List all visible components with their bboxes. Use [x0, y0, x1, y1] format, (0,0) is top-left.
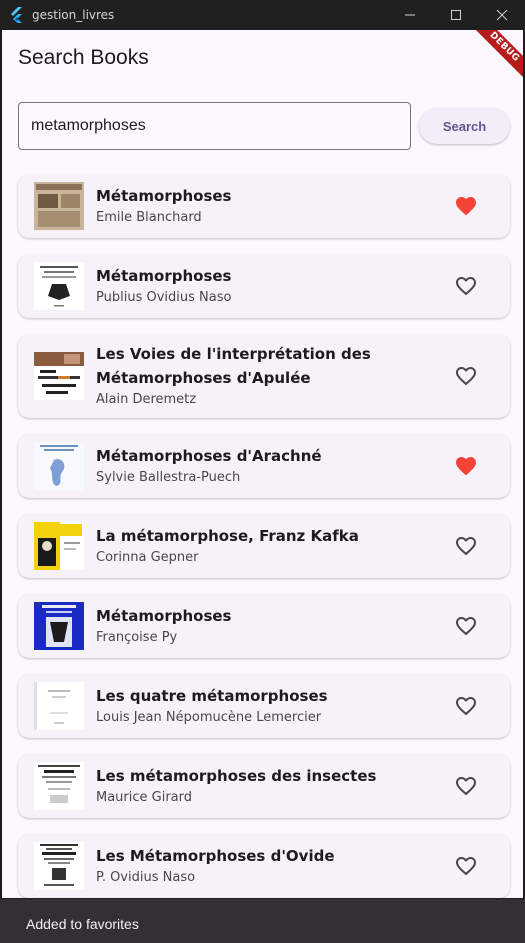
book-cover-thumbnail — [34, 762, 84, 810]
book-text: Métamorphoses Françoise Py — [96, 604, 450, 648]
heart-filled-icon — [456, 457, 476, 476]
book-author: Emile Blanchard — [96, 210, 202, 225]
book-list: Métamorphoses Emile Blanchard Métamorphose… — [18, 174, 510, 898]
book-title: Les métamorphoses des insectes — [96, 767, 377, 785]
book-card[interactable]: Métamorphoses Françoise Py — [18, 594, 510, 658]
close-icon — [496, 9, 508, 21]
maximize-button[interactable] — [433, 0, 479, 30]
book-text: Métamorphoses Emile Blanchard — [96, 184, 450, 228]
favorite-button[interactable] — [454, 694, 478, 718]
book-title: Les Voies de l'interprétation des Métamo… — [96, 345, 371, 387]
book-title: La métamorphose, Franz Kafka — [96, 527, 359, 545]
heart-outline-icon — [456, 777, 476, 796]
book-author: Corinna Gepner — [96, 550, 199, 565]
heart-outline-icon — [456, 857, 476, 876]
search-input[interactable] — [18, 102, 411, 150]
minimize-icon — [405, 14, 415, 16]
book-cover-thumbnail — [34, 262, 84, 310]
book-cover-thumbnail — [34, 522, 84, 570]
book-cover-thumbnail — [34, 442, 84, 490]
book-cover-thumbnail — [34, 182, 84, 230]
search-row: Search — [18, 102, 510, 150]
page-title: Search Books — [18, 46, 149, 69]
book-cover-thumbnail — [34, 682, 84, 730]
book-title: Métamorphoses — [96, 267, 232, 285]
book-title: Les Métamorphoses d'Ovide — [96, 847, 335, 865]
window-title: gestion_livres — [32, 8, 115, 22]
book-card[interactable]: Les Métamorphoses d'Ovide P. Ovidius Naso — [18, 834, 510, 898]
close-button[interactable] — [479, 0, 525, 30]
book-text: Métamorphoses Publius Ovidius Naso — [96, 264, 450, 308]
book-author: Louis Jean Népomucène Lemercier — [96, 710, 322, 725]
book-cover-thumbnail — [34, 602, 84, 650]
app-surface: Search Books DEBUG Search Métamorphoses E… — [2, 30, 523, 898]
heart-outline-icon — [456, 367, 476, 386]
heart-outline-icon — [456, 537, 476, 556]
book-author: Alain Deremetz — [96, 392, 197, 407]
book-title: Les quatre métamorphoses — [96, 687, 328, 705]
book-card[interactable]: La métamorphose, Franz Kafka Corinna Gepn… — [18, 514, 510, 578]
favorite-button[interactable] — [454, 854, 478, 878]
heart-outline-icon — [456, 277, 476, 296]
book-card[interactable]: Métamorphoses d'Arachné Sylvie Ballestra-… — [18, 434, 510, 498]
book-text: Les Voies de l'interprétation des Métamo… — [96, 342, 450, 410]
book-title: Métamorphoses — [96, 607, 232, 625]
book-card[interactable]: Métamorphoses Publius Ovidius Naso — [18, 254, 510, 318]
book-cover-thumbnail — [34, 842, 84, 890]
favorite-button[interactable] — [454, 614, 478, 638]
book-text: Métamorphoses d'Arachné Sylvie Ballestra-… — [96, 444, 450, 488]
favorite-button[interactable] — [454, 274, 478, 298]
book-author: Publius Ovidius Naso — [96, 290, 232, 305]
book-card[interactable]: Métamorphoses Emile Blanchard — [18, 174, 510, 238]
book-title: Métamorphoses — [96, 187, 232, 205]
favorite-button[interactable] — [454, 454, 478, 478]
book-title: Métamorphoses d'Arachné — [96, 447, 322, 465]
heart-outline-icon — [456, 617, 476, 636]
book-card[interactable]: Les quatre métamorphoses Louis Jean Népom… — [18, 674, 510, 738]
favorite-button[interactable] — [454, 534, 478, 558]
book-text: La métamorphose, Franz Kafka Corinna Gepn… — [96, 524, 450, 568]
book-text: Les quatre métamorphoses Louis Jean Népom… — [96, 684, 450, 728]
heart-filled-icon — [456, 197, 476, 216]
favorite-button[interactable] — [454, 364, 478, 388]
minimize-button[interactable] — [387, 0, 433, 30]
snackbar: Added to favorites — [0, 899, 525, 943]
maximize-icon — [451, 10, 461, 20]
book-author: Françoise Py — [96, 630, 178, 645]
book-cover-thumbnail — [34, 352, 84, 400]
debug-banner: DEBUG — [466, 30, 523, 85]
book-text: Les métamorphoses des insectes Maurice Gi… — [96, 764, 450, 808]
favorite-button[interactable] — [454, 194, 478, 218]
book-text: Les Métamorphoses d'Ovide P. Ovidius Naso — [96, 844, 450, 888]
book-author: Sylvie Ballestra-Puech — [96, 470, 241, 485]
search-button[interactable]: Search — [419, 108, 510, 144]
book-author: Maurice Girard — [96, 790, 193, 805]
heart-outline-icon — [456, 697, 476, 716]
favorite-button[interactable] — [454, 774, 478, 798]
window-titlebar: gestion_livres — [0, 0, 525, 30]
book-author: P. Ovidius Naso — [96, 870, 196, 885]
book-card[interactable]: Les Voies de l'interprétation des Métamo… — [18, 334, 510, 418]
book-card[interactable]: Les métamorphoses des insectes Maurice Gi… — [18, 754, 510, 818]
flutter-logo-icon — [11, 7, 22, 23]
